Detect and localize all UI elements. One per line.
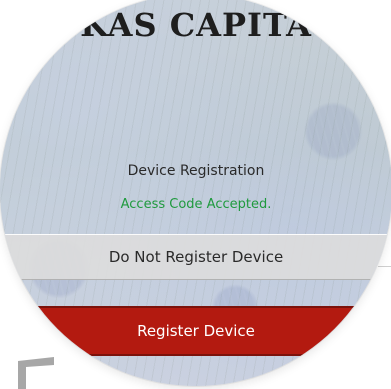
brand-logo: KAS CAPITA <box>80 6 312 44</box>
status-message: Access Code Accepted. <box>120 197 272 212</box>
register-device-button[interactable]: Register Device <box>0 306 391 356</box>
do-not-register-button[interactable]: Do Not Register Device <box>0 234 391 280</box>
screen: KAS CAPITA Device Registration Access Co… <box>0 0 391 389</box>
magnifier-lens: KAS CAPITA Device Registration Access Co… <box>0 0 391 386</box>
page-title: Device Registration <box>127 163 265 179</box>
